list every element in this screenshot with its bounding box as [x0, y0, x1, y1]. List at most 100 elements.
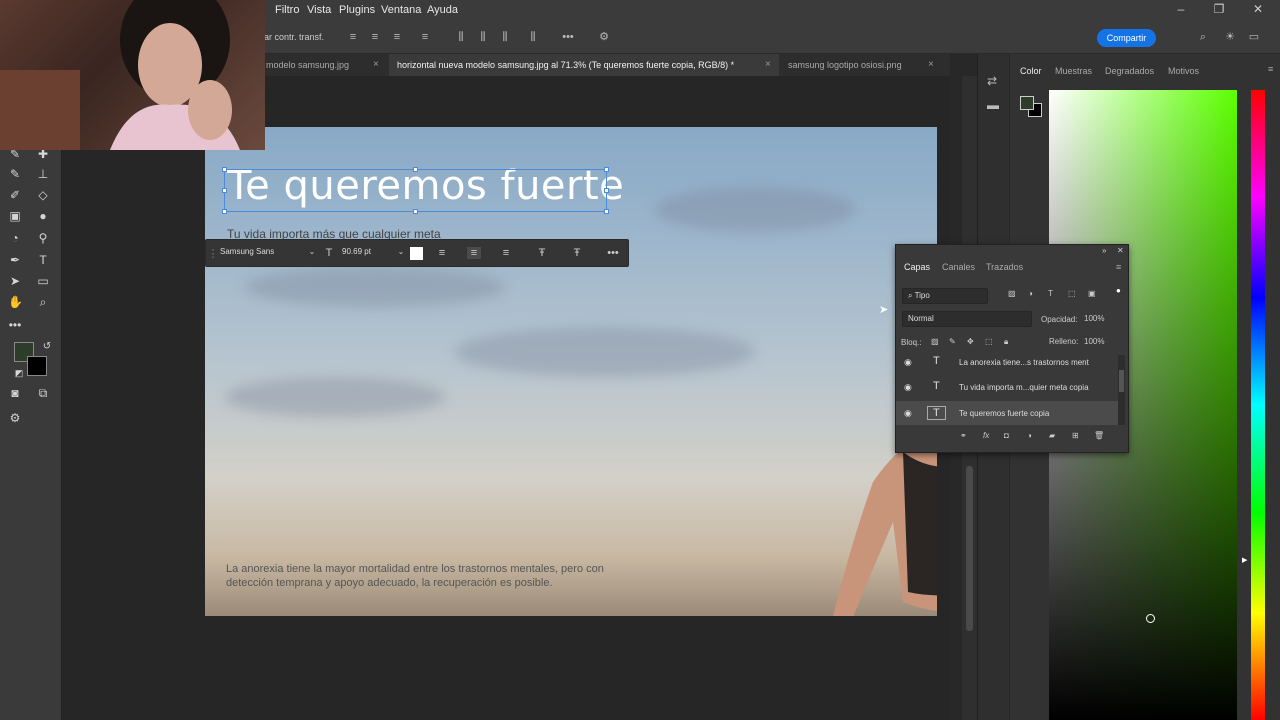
stamp-icon[interactable]: ⊥: [36, 167, 50, 181]
align-right-icon[interactable]: ≡: [499, 247, 513, 259]
text-options-icon[interactable]: Ŧ: [570, 247, 584, 259]
link-layers-icon[interactable]: ⚭: [960, 431, 967, 440]
pen-icon[interactable]: ✒: [8, 253, 22, 267]
font-family-select[interactable]: Samsung Sans: [220, 247, 274, 256]
color-picker-cursor[interactable]: [1146, 614, 1155, 623]
menu-ventana[interactable]: Ventana: [381, 4, 421, 16]
font-size-field[interactable]: 90.69 pt: [342, 247, 371, 256]
close-window-icon[interactable]: ✕: [1248, 2, 1268, 16]
menu-plugins[interactable]: Plugins: [339, 4, 375, 16]
lock-all-icon[interactable]: 🔒︎: [1004, 337, 1008, 347]
lock-pixels-icon[interactable]: ✎: [949, 337, 956, 346]
restore-icon[interactable]: ❐: [1209, 2, 1229, 16]
close-tab-icon[interactable]: ×: [373, 54, 379, 76]
tab-samsung-logotipo[interactable]: samsung logotipo osiosi.png: [780, 54, 910, 76]
opacity-field[interactable]: 100%: [1084, 314, 1104, 323]
lock-position-icon[interactable]: ✥: [967, 337, 974, 346]
hue-slider[interactable]: [1251, 90, 1265, 720]
color-panel-foreground[interactable]: [1020, 96, 1034, 110]
hand-icon[interactable]: ✋: [8, 295, 23, 309]
quick-mask-icon[interactable]: ◙: [8, 386, 22, 400]
edit-toolbar-icon[interactable]: ⚙: [8, 411, 22, 425]
drag-handle-icon[interactable]: ⋮: [206, 247, 220, 260]
filter-shape-icon[interactable]: ⬚: [1068, 289, 1076, 298]
filter-type-icon[interactable]: T: [1048, 289, 1053, 298]
close-tab-icon[interactable]: ×: [765, 54, 771, 76]
menu-filtro[interactable]: Filtro: [275, 4, 299, 16]
transform-handle[interactable]: [604, 188, 609, 193]
type-icon[interactable]: T: [36, 253, 50, 267]
screen-mode-icon[interactable]: ⧉: [36, 386, 50, 400]
text-color-swatch[interactable]: [410, 247, 423, 260]
smudge-icon[interactable]: ⚲: [36, 231, 50, 245]
adjustment-layer-icon[interactable]: ◑: [1027, 431, 1032, 440]
minimize-icon[interactable]: –: [1171, 2, 1191, 16]
tab-capas[interactable]: Capas: [904, 262, 930, 272]
blend-mode-select[interactable]: Normal: [902, 311, 1032, 327]
filter-pixel-icon[interactable]: ▨: [1008, 289, 1016, 298]
path-select-icon[interactable]: ➤: [8, 274, 22, 288]
close-panel-icon[interactable]: ✕: [1117, 246, 1124, 255]
layers-scrollbar[interactable]: [1118, 355, 1125, 425]
tab-horizontal-nueva[interactable]: horizontal nueva modelo samsung.jpg al 7…: [389, 54, 779, 76]
chevron-down-icon[interactable]: ⌄: [305, 247, 319, 256]
close-tab-icon[interactable]: ×: [928, 54, 934, 76]
new-group-icon[interactable]: ▰: [1049, 431, 1055, 440]
eraser-icon[interactable]: ◇: [36, 188, 50, 202]
more-options-icon[interactable]: •••: [562, 31, 574, 43]
visibility-eye-icon[interactable]: ◉: [904, 382, 912, 393]
delete-layer-icon[interactable]: 🗑︎: [1094, 431, 1104, 440]
fill-field[interactable]: 100%: [1084, 337, 1104, 346]
layer-name[interactable]: Te queremos fuerte copia: [959, 409, 1049, 418]
transform-controls-label[interactable]: ar contr. transf.: [264, 32, 324, 42]
align-left-icon[interactable]: ≡: [347, 31, 359, 43]
transform-handle[interactable]: [413, 167, 418, 172]
tab-degradados[interactable]: Degradados: [1105, 66, 1154, 76]
filter-adjustment-icon[interactable]: ◑: [1028, 289, 1033, 298]
background-color-swatch[interactable]: [27, 356, 47, 376]
align-middle-icon[interactable]: ⫼: [477, 31, 489, 43]
share-button[interactable]: Compartir: [1097, 29, 1156, 47]
layer-row-selected[interactable]: ◉ T Te queremos fuerte copia: [896, 401, 1118, 425]
filter-smart-icon[interactable]: ▣: [1088, 289, 1096, 298]
new-layer-icon[interactable]: ⊞: [1072, 431, 1079, 440]
layer-name[interactable]: Tu vida importa m...quier meta copia: [959, 383, 1089, 392]
transform-handle[interactable]: [222, 188, 227, 193]
tab-color[interactable]: Color: [1020, 66, 1042, 76]
panel-menu-icon[interactable]: ≡: [1268, 64, 1273, 74]
align-right-icon[interactable]: ≡: [391, 31, 403, 43]
filter-toggle-icon[interactable]: ●: [1116, 286, 1121, 295]
lock-transparent-icon[interactable]: ▨: [931, 337, 939, 346]
transform-handle[interactable]: [413, 209, 418, 214]
add-mask-icon[interactable]: ◘: [1004, 431, 1009, 440]
layer-row[interactable]: ◉ T La anorexia tiene...s trastornos men…: [896, 350, 1118, 374]
tab-muestras[interactable]: Muestras: [1055, 66, 1092, 76]
lock-artboard-icon[interactable]: ⬚: [985, 337, 993, 346]
workspace-icon[interactable]: ▭: [1248, 31, 1260, 43]
align-center-icon[interactable]: ≡: [467, 247, 481, 259]
dodge-icon[interactable]: ◔: [8, 231, 22, 245]
fx-icon[interactable]: fx: [983, 431, 989, 440]
tab-canales[interactable]: Canales: [942, 262, 975, 272]
brush-icon[interactable]: ✎: [8, 167, 22, 181]
layer-name[interactable]: La anorexia tiene...s trastornos ment: [959, 358, 1089, 367]
transform-handle[interactable]: [604, 209, 609, 214]
default-colors-icon[interactable]: ◩: [12, 366, 26, 380]
hue-marker-icon[interactable]: ▶: [1242, 556, 1247, 564]
layer-row[interactable]: ◉ T Tu vida importa m...quier meta copia: [896, 375, 1118, 399]
comments-icon[interactable]: ▬: [987, 98, 999, 112]
align-top-icon[interactable]: ⫼: [455, 31, 467, 43]
distribute-icon[interactable]: ≡: [419, 31, 431, 43]
transform-handle[interactable]: [222, 167, 227, 172]
visibility-eye-icon[interactable]: ◉: [904, 357, 912, 368]
align-left-icon[interactable]: ≡: [435, 247, 449, 259]
rectangle-icon[interactable]: ▭: [36, 274, 50, 288]
swap-colors-icon[interactable]: ↺: [40, 340, 54, 354]
history-icon[interactable]: ⇄: [987, 74, 997, 88]
tab-motivos[interactable]: Motivos: [1168, 66, 1199, 76]
lightbulb-icon[interactable]: ☀: [1224, 31, 1236, 43]
align-bottom-icon[interactable]: ⫼: [499, 31, 511, 43]
tab-trazados[interactable]: Trazados: [986, 262, 1023, 272]
warp-text-icon[interactable]: Ŧ: [535, 247, 549, 259]
layers-scrollbar-thumb[interactable]: [1119, 370, 1124, 392]
